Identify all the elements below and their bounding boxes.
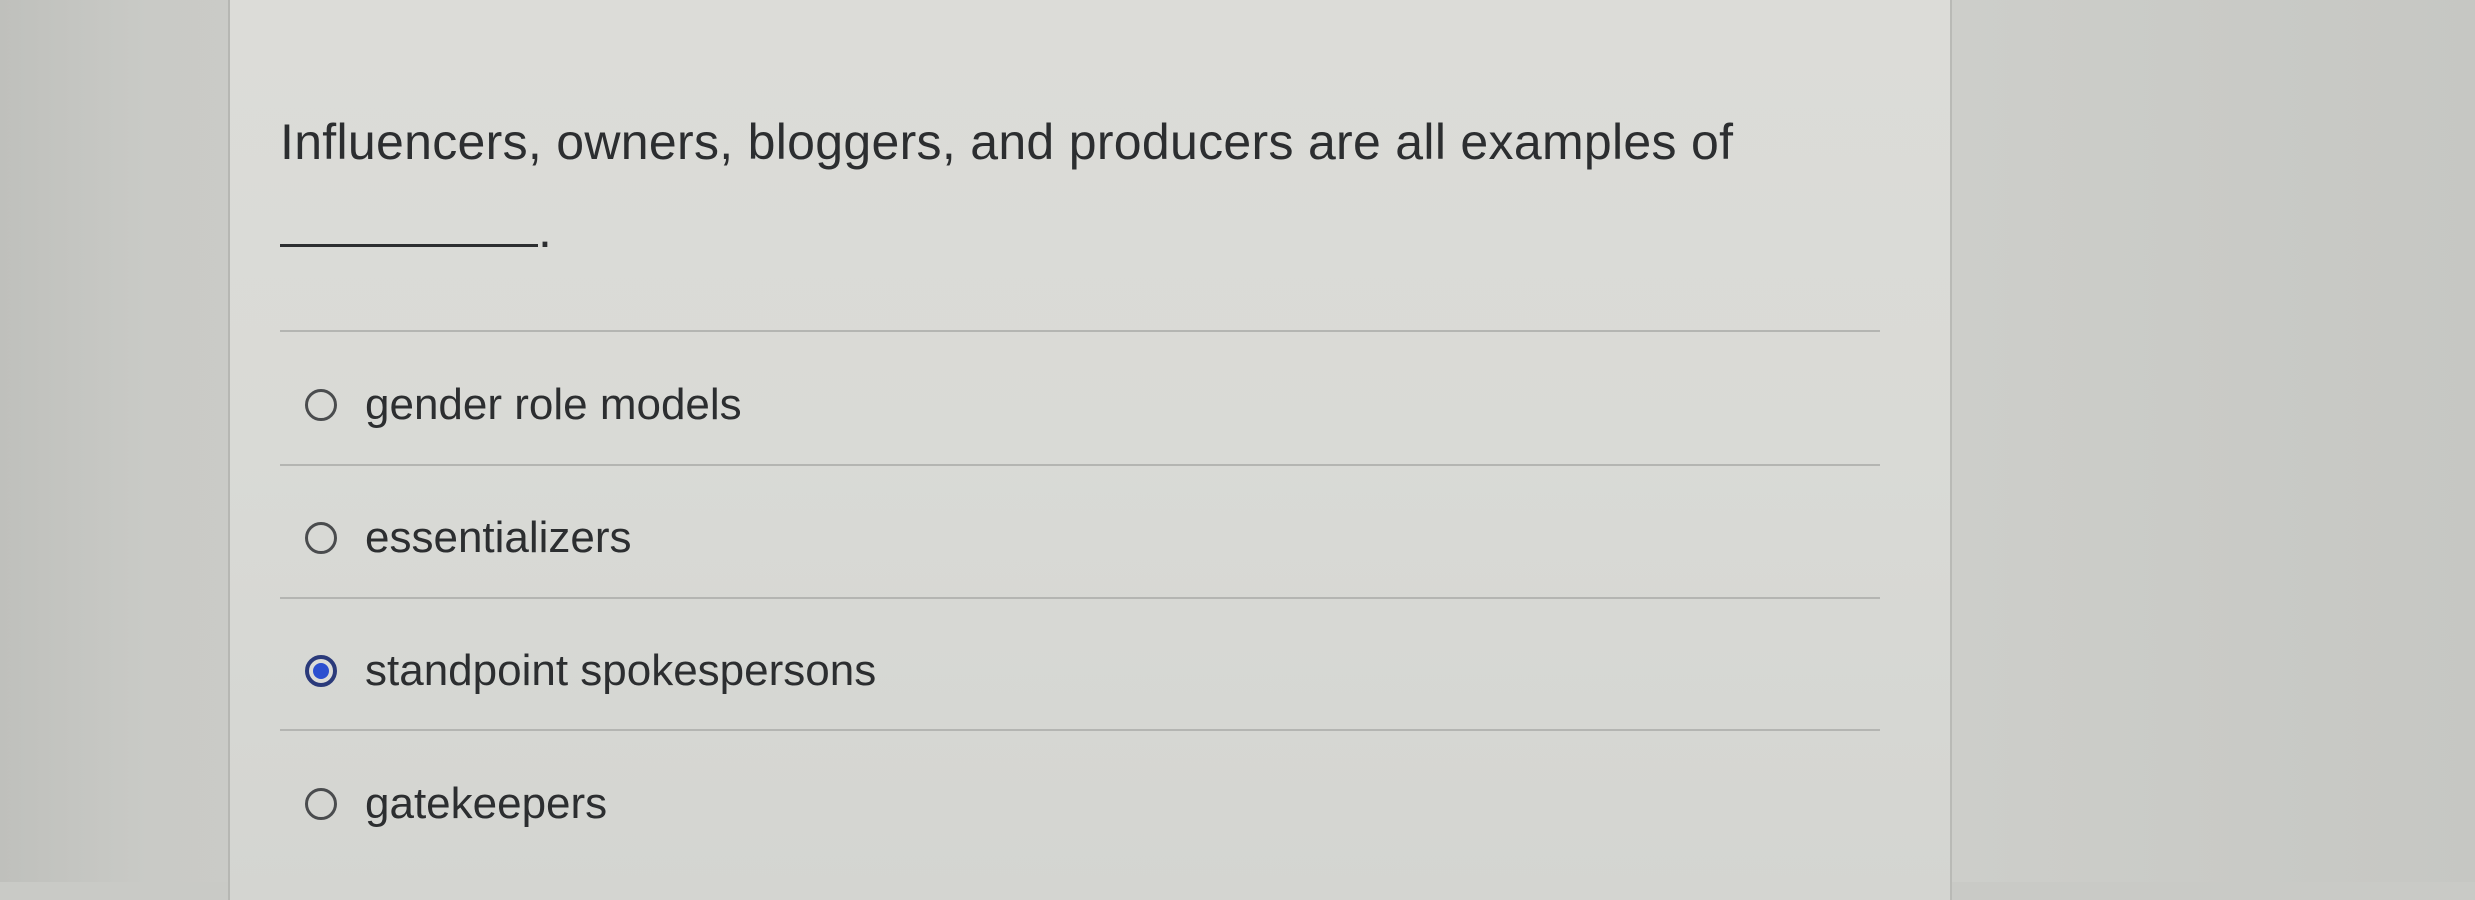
option-gender-role-models[interactable]: gender role models: [305, 375, 742, 435]
screen-background: Influencers, owners, bloggers, and produ…: [0, 0, 2475, 900]
radio-unchecked-icon[interactable]: [305, 788, 337, 820]
fill-in-blank: [280, 200, 538, 247]
option-divider: [280, 464, 1880, 466]
radio-unchecked-icon[interactable]: [305, 522, 337, 554]
question-prompt: Influencers, owners, bloggers, and produ…: [280, 114, 1734, 170]
option-essentializers[interactable]: essentializers: [305, 508, 632, 568]
radio-checked-icon[interactable]: [305, 655, 337, 687]
option-label: gatekeepers: [365, 779, 608, 828]
option-divider: [280, 729, 1880, 731]
question-suffix: .: [538, 202, 553, 258]
option-label: gender role models: [365, 380, 742, 429]
question-text: Influencers, owners, bloggers, and produ…: [280, 98, 1880, 274]
option-divider: [280, 597, 1880, 599]
option-label: standpoint spokespersons: [365, 646, 877, 695]
option-gatekeepers[interactable]: gatekeepers: [305, 774, 607, 834]
option-divider: [280, 330, 1880, 332]
radio-unchecked-icon[interactable]: [305, 389, 337, 421]
option-label: essentializers: [365, 513, 632, 562]
option-standpoint-spokespersons[interactable]: standpoint spokespersons: [305, 641, 876, 701]
